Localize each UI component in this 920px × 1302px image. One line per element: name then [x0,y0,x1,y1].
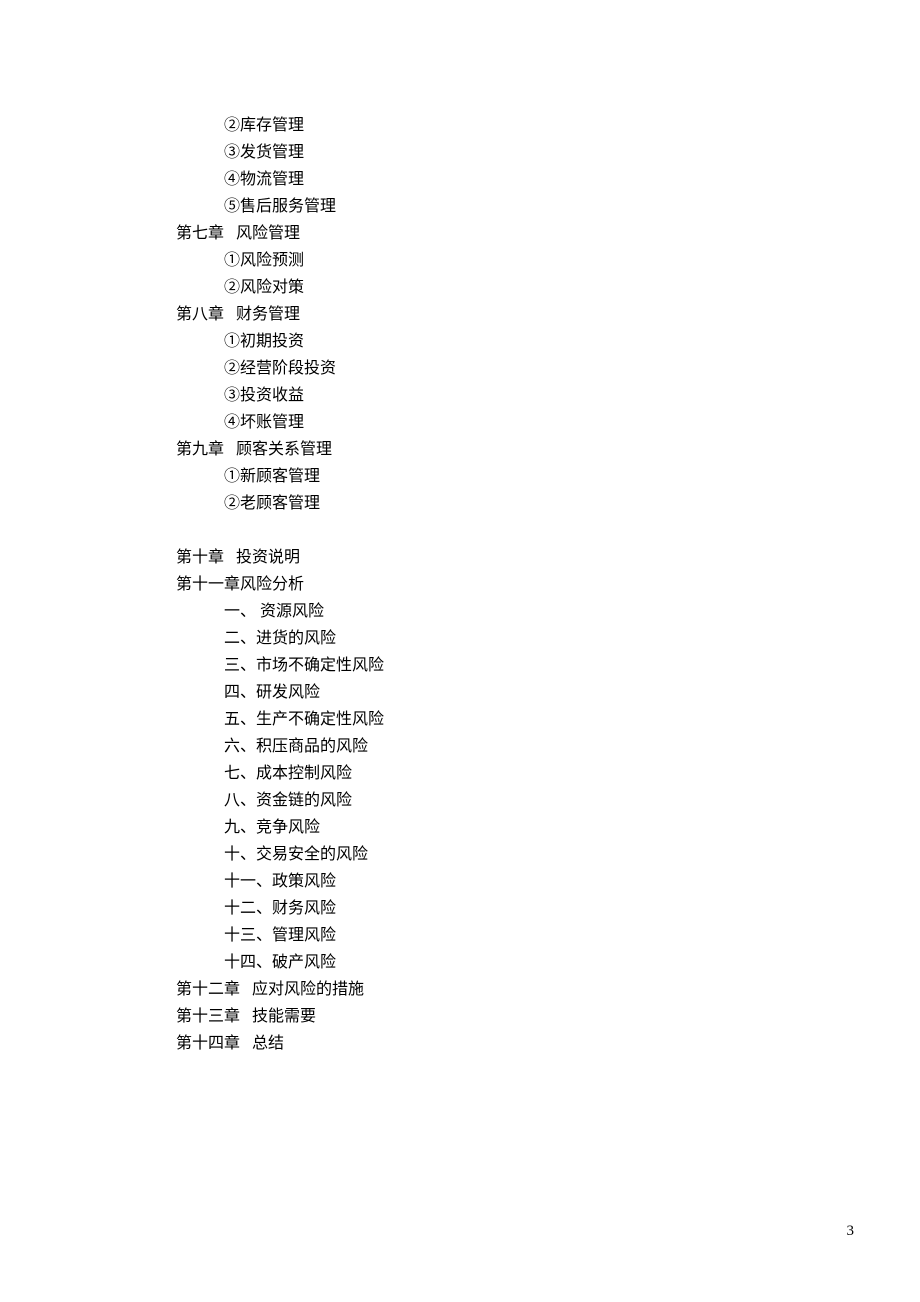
toc-item: 十一、政策风险 [176,868,920,895]
toc-item: 二、进货的风险 [176,625,920,652]
toc-item: ①新顾客管理 [176,463,920,490]
toc-chapter: 第十章 投资说明 [176,544,920,571]
toc-item: 六、积压商品的风险 [176,733,920,760]
toc-item: ③投资收益 [176,382,920,409]
toc-item: 四、研发风险 [176,679,920,706]
toc-chapter: 第十四章 总结 [176,1030,920,1057]
document-page: ②库存管理 ③发货管理 ④物流管理 ⑤售后服务管理 第七章 风险管理 ①风险预测… [0,0,920,1057]
page-number: 3 [847,1223,855,1240]
toc-chapter: 第九章 顾客关系管理 [176,436,920,463]
toc-item: ④物流管理 [176,166,920,193]
toc-item: 三、市场不确定性风险 [176,652,920,679]
toc-chapter: 第十三章 技能需要 [176,1003,920,1030]
toc-item: 九、竞争风险 [176,814,920,841]
toc-item: 十四、破产风险 [176,949,920,976]
toc-item: ④坏账管理 [176,409,920,436]
toc-item: 八、资金链的风险 [176,787,920,814]
toc-item: ②库存管理 [176,112,920,139]
toc-item: ①初期投资 [176,328,920,355]
toc-item: ②老顾客管理 [176,490,920,517]
toc-chapter: 第七章 风险管理 [176,220,920,247]
toc-item: 十三、管理风险 [176,922,920,949]
toc-chapter: 第十一章风险分析 [176,571,920,598]
toc-item: 七、成本控制风险 [176,760,920,787]
blank-line [176,517,920,544]
toc-item: ②风险对策 [176,274,920,301]
toc-chapter: 第十二章 应对风险的措施 [176,976,920,1003]
toc-item: 一、 资源风险 [176,598,920,625]
toc-item: 五、生产不确定性风险 [176,706,920,733]
toc-item: 十二、财务风险 [176,895,920,922]
toc-item: ⑤售后服务管理 [176,193,920,220]
toc-item: ①风险预测 [176,247,920,274]
toc-item: ②经营阶段投资 [176,355,920,382]
toc-item: 十、交易安全的风险 [176,841,920,868]
toc-item: ③发货管理 [176,139,920,166]
toc-chapter: 第八章 财务管理 [176,301,920,328]
